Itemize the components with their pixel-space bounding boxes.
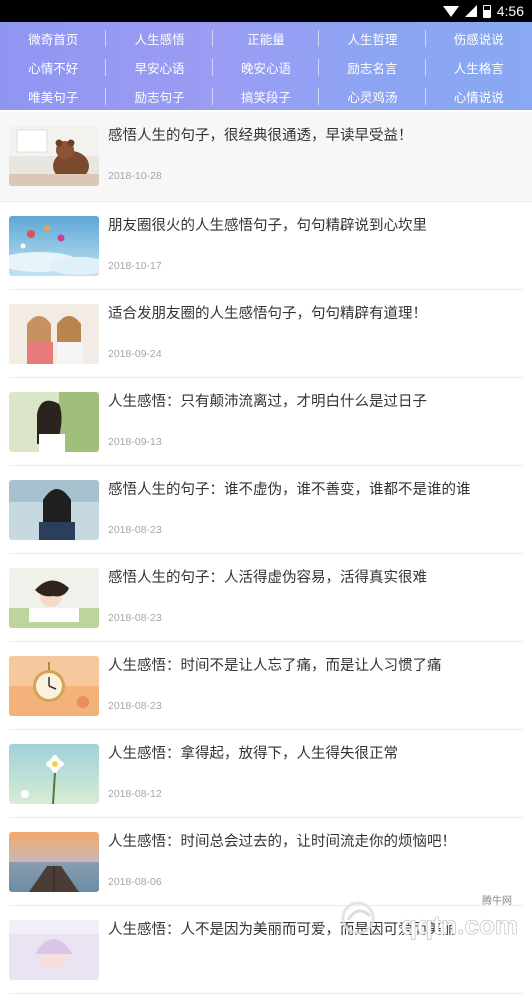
article-date: 2018-08-23	[108, 700, 162, 712]
article-thumbnail	[9, 304, 99, 364]
article-date: 2018-08-06	[108, 876, 162, 888]
nav-link-label: 早安心语	[135, 58, 185, 77]
nav-link-label: 晚安心语	[241, 58, 291, 77]
nav-link-4[interactable]: 伤感说说	[426, 24, 532, 53]
nav-link-label: 心情不好	[28, 58, 78, 77]
nav-link-label: 微奇首页	[28, 29, 78, 48]
article-title: 适合发朋友圈的人生感悟句子，句句精辟有道理！	[108, 302, 519, 323]
status-bar: 4:56	[0, 0, 532, 22]
article-title: 感悟人生的句子，很经典很通透，早读早受益！	[108, 124, 528, 145]
article-item[interactable]: 人生感悟：时间不是让人忘了痛，而是让人习惯了痛 2018-08-23	[9, 642, 523, 730]
article-item[interactable]: 感悟人生的句子：谁不虚伪，谁不善变，谁都不是谁的谁 2018-08-23	[9, 466, 523, 554]
nav-link-label: 励志名言	[347, 58, 397, 77]
nav-link-label: 人生感悟	[135, 29, 185, 48]
nav-link-11[interactable]: 励志句子	[106, 82, 212, 111]
article-thumbnail	[9, 656, 99, 716]
article-date: 2018-10-17	[108, 260, 162, 272]
article-item[interactable]: 人生感悟：只有颠沛流离过，才明白什么是过日子 2018-09-13	[9, 378, 523, 466]
article-title: 感悟人生的句子：谁不虚伪，谁不善变，谁都不是谁的谁	[108, 478, 519, 499]
nav-link-5[interactable]: 心情不好	[0, 53, 106, 82]
article-item[interactable]: 感悟人生的句子：人活得虚伪容易，活得真实很难 2018-08-23	[9, 554, 523, 642]
article-date: 2018-08-23	[108, 524, 162, 536]
signal-icon	[465, 5, 477, 17]
article-item[interactable]: 朋友圈很火的人生感悟句子，句句精辟说到心坎里 2018-10-17	[9, 202, 523, 290]
nav-link-14[interactable]: 心情说说	[426, 82, 532, 111]
article-date: 2018-08-12	[108, 788, 162, 800]
nav-link-label: 心情说说	[454, 87, 504, 106]
nav-link-label: 心灵鸡汤	[347, 87, 397, 106]
nav-link-9[interactable]: 人生格言	[426, 53, 532, 82]
article-date: 2018-09-13	[108, 436, 162, 448]
article-title: 人生感悟：时间不是让人忘了痛，而是让人习惯了痛	[108, 654, 519, 675]
watermark-logo: 腾牛网 qqtn.com	[326, 890, 526, 942]
nav-link-1[interactable]: 人生感悟	[106, 24, 212, 53]
wifi-icon	[443, 6, 459, 17]
nav-link-6[interactable]: 早安心语	[106, 53, 212, 82]
article-date: 2018-09-24	[108, 348, 162, 360]
nav-link-0[interactable]: 微奇首页	[0, 24, 106, 53]
nav-link-2[interactable]: 正能量	[213, 24, 319, 53]
article-date: 2018-08-23	[108, 612, 162, 624]
article-thumbnail	[9, 832, 99, 892]
nav-link-label: 励志句子	[135, 87, 185, 106]
status-time: 4:56	[497, 3, 524, 19]
watermark-site-label: 腾牛网	[482, 894, 512, 907]
nav-link-label: 伤感说说	[454, 29, 504, 48]
article-item[interactable]: 人生感悟：拿得起，放得下，人生得失很正常 2018-08-12	[9, 730, 523, 818]
nav-link-3[interactable]: 人生哲理	[319, 24, 425, 53]
article-title: 朋友圈很火的人生感悟句子，句句精辟说到心坎里	[108, 214, 519, 235]
watermark-domain: qqtn.com	[401, 910, 518, 940]
article-item[interactable]: 感悟人生的句子，很经典很通透，早读早受益！ 2018-10-28	[0, 112, 532, 202]
article-thumbnail	[9, 920, 99, 980]
nav-link-7[interactable]: 晚安心语	[213, 53, 319, 82]
nav-link-12[interactable]: 搞笑段子	[213, 82, 319, 111]
article-thumbnail	[9, 480, 99, 540]
nav-link-label: 人生哲理	[347, 29, 397, 48]
article-thumbnail	[9, 216, 99, 276]
article-item[interactable]: 适合发朋友圈的人生感悟句子，句句精辟有道理！ 2018-09-24	[9, 290, 523, 378]
battery-icon	[483, 5, 491, 18]
nav-link-label: 人生格言	[454, 58, 504, 77]
article-title: 人生感悟：时间总会过去的，让时间流走你的烦恼吧！	[108, 830, 519, 851]
nav-link-label: 搞笑段子	[241, 87, 291, 106]
nav-link-label: 正能量	[247, 29, 285, 48]
article-title: 人生感悟：只有颠沛流离过，才明白什么是过日子	[108, 390, 519, 411]
article-thumbnail	[9, 392, 99, 452]
nav-link-13[interactable]: 心灵鸡汤	[319, 82, 425, 111]
article-list: 感悟人生的句子，很经典很通透，早读早受益！ 2018-10-28 朋友圈很火的人生…	[0, 112, 532, 994]
category-nav: 微奇首页 人生感悟 正能量 人生哲理 伤感说说心情不好 早安心语 晚安心语 励志名言 人生格言唯…	[0, 22, 532, 110]
nav-link-label: 唯美句子	[28, 87, 78, 106]
article-thumbnail	[9, 126, 99, 186]
nav-link-10[interactable]: 唯美句子	[0, 82, 106, 111]
nav-link-8[interactable]: 励志名言	[319, 53, 425, 82]
article-date: 2018-10-28	[108, 170, 162, 182]
article-title: 感悟人生的句子：人活得虚伪容易，活得真实很难	[108, 566, 519, 587]
article-title: 人生感悟：拿得起，放得下，人生得失很正常	[108, 742, 519, 763]
article-thumbnail	[9, 568, 99, 628]
article-thumbnail	[9, 744, 99, 804]
